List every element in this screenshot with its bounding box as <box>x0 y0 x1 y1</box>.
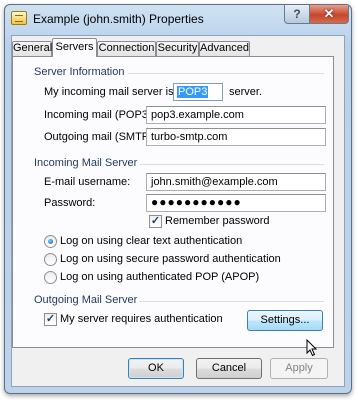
apop-auth-label[interactable]: Log on using authenticated POP (APOP) <box>60 271 259 283</box>
title-bar[interactable]: Example (john.smith) Properties ? ✕ <box>5 5 351 33</box>
server-type-prefix: My incoming mail server is a <box>44 86 183 98</box>
checkmark-icon: ✓ <box>45 313 56 325</box>
apply-button[interactable]: Apply <box>270 358 328 379</box>
incoming-mail-label: Incoming mail (POP3): <box>44 109 155 121</box>
radio-selected-dot <box>48 239 53 244</box>
tab-servers[interactable]: Servers <box>52 38 97 57</box>
help-icon: ? <box>293 7 301 21</box>
incoming-mail-server-heading: Incoming Mail Server <box>34 157 138 169</box>
tab-connection[interactable]: Connection <box>97 41 156 56</box>
server-information-heading: Server Information <box>34 66 125 78</box>
password-label: Password: <box>44 197 96 209</box>
help-button[interactable]: ? <box>284 5 310 24</box>
cancel-button[interactable]: Cancel <box>196 358 262 379</box>
group-divider <box>140 164 324 165</box>
group-divider <box>140 301 324 302</box>
clear-text-auth-label[interactable]: Log on using clear text authentication <box>60 235 242 247</box>
server-type-suffix: server. <box>229 86 263 98</box>
password-input[interactable]: ●●●●●●●●●●● <box>146 194 326 212</box>
ok-button[interactable]: OK <box>128 358 184 379</box>
tab-security[interactable]: Security <box>156 41 199 56</box>
server-requires-auth-label[interactable]: My server requires authentication <box>60 313 223 325</box>
tab-advanced[interactable]: Advanced <box>199 41 250 56</box>
radio-apop-auth[interactable] <box>44 271 57 284</box>
group-divider <box>128 73 324 74</box>
radio-clear-text-auth[interactable] <box>44 235 57 248</box>
username-input[interactable]: john.smith@example.com <box>146 173 326 191</box>
outgoing-mail-input[interactable]: turbo-smtp.com <box>146 128 326 146</box>
remember-password-label[interactable]: Remember password <box>165 215 270 227</box>
mouse-pointer-icon <box>306 339 318 357</box>
window-title: Example (john.smith) Properties <box>33 12 204 26</box>
server-requires-auth-checkbox[interactable]: ✓ <box>44 313 57 326</box>
checkmark-icon: ✓ <box>150 215 161 227</box>
outgoing-mail-label: Outgoing mail (SMTP): <box>44 131 156 143</box>
incoming-mail-input[interactable]: pop3.example.com <box>146 106 326 124</box>
tab-general[interactable]: General <box>12 41 52 56</box>
close-icon: ✕ <box>323 6 335 21</box>
server-type-field[interactable]: POP3 <box>173 83 223 101</box>
settings-button[interactable]: Settings... <box>247 310 323 331</box>
server-type-value: POP3 <box>177 86 209 98</box>
radio-secure-password-auth[interactable] <box>44 253 57 266</box>
remember-password-checkbox[interactable]: ✓ <box>149 215 162 228</box>
username-label: E-mail username: <box>44 176 131 188</box>
close-button[interactable]: ✕ <box>309 5 349 24</box>
mail-account-icon <box>11 11 27 25</box>
secure-password-auth-label[interactable]: Log on using secure password authenticat… <box>60 253 281 265</box>
outgoing-mail-server-heading: Outgoing Mail Server <box>34 294 138 306</box>
